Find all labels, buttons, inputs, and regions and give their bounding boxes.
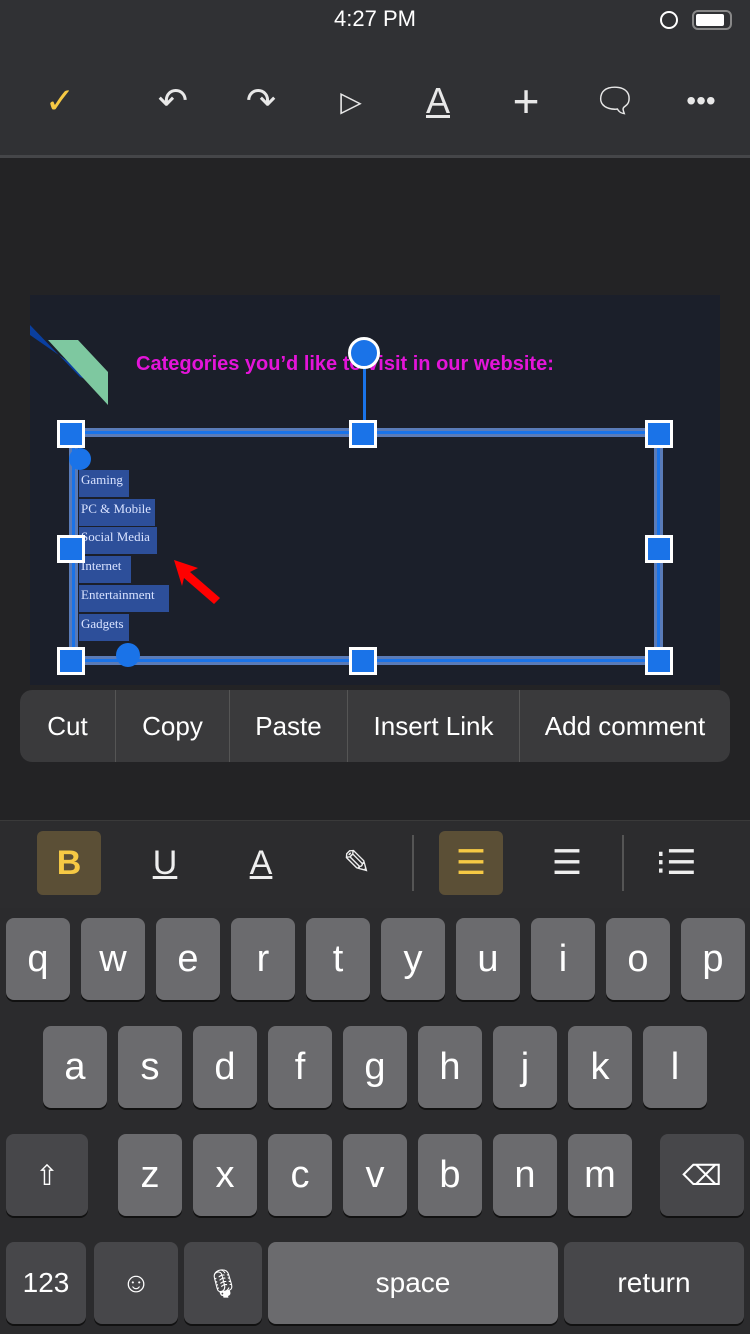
rotate-handle[interactable] [348,337,380,369]
key-q[interactable]: q [6,918,70,1000]
play-icon[interactable]: ▷ [326,76,376,126]
resize-handle[interactable] [645,535,673,563]
key-w[interactable]: w [81,918,145,1000]
list-item[interactable]: Social Media [79,527,157,555]
divider [412,835,414,891]
key-n[interactable]: n [493,1134,557,1216]
battery-icon [692,10,732,30]
context-menu: Cut Copy Paste Insert Link Add comment [20,690,730,762]
red-arrow-annotation [174,560,220,604]
bullet-list-icon[interactable]: ⁝☰ [644,831,708,895]
key-h[interactable]: h [418,1026,482,1108]
key-z[interactable]: z [118,1134,182,1216]
selection-box [69,428,663,665]
status-time: 4:27 PM [334,6,416,31]
shift-key-icon[interactable]: ⇧ [6,1134,88,1216]
text-format-icon[interactable]: A [413,76,463,126]
text-cursor-start[interactable] [69,448,91,470]
paste-menu-item[interactable]: Paste [230,690,348,762]
resize-handle[interactable] [57,420,85,448]
bold-button[interactable]: B [37,831,101,895]
format-bar: B U A ✎ ☰ ☰ ⁝☰ [0,820,750,908]
key-j[interactable]: j [493,1026,557,1108]
key-i[interactable]: i [531,918,595,1000]
list-item[interactable]: Internet [79,556,131,584]
add-icon[interactable]: + [501,75,551,127]
key-y[interactable]: y [381,918,445,1000]
key-p[interactable]: p [681,918,745,1000]
key-x[interactable]: x [193,1134,257,1216]
redo-icon[interactable]: ↷ [236,76,286,126]
key-a[interactable]: a [43,1026,107,1108]
resize-handle[interactable] [57,647,85,675]
list-item[interactable]: Gadgets [79,613,129,641]
resize-handle[interactable] [349,647,377,675]
key-c[interactable]: c [268,1134,332,1216]
key-d[interactable]: d [193,1026,257,1108]
key-u[interactable]: u [456,918,520,1000]
key-v[interactable]: v [343,1134,407,1216]
more-icon[interactable]: ••• [676,76,726,126]
rotation-lock-icon [660,11,678,29]
resize-handle[interactable] [645,420,673,448]
key-g[interactable]: g [343,1026,407,1108]
text-color-button[interactable]: A [229,831,293,895]
resize-handle[interactable] [57,535,85,563]
delete-key-icon[interactable]: ⌫ [660,1134,744,1216]
comment-icon[interactable]: 🗨 [590,76,640,126]
align-center-icon[interactable]: ☰ [535,831,599,895]
key-f[interactable]: f [268,1026,332,1108]
key-e[interactable]: e [156,918,220,1000]
highlight-icon[interactable]: ✎ [325,831,389,895]
underline-button[interactable]: U [133,831,197,895]
key-l[interactable]: l [643,1026,707,1108]
key-t[interactable]: t [306,918,370,1000]
microphone-key-icon[interactable]: 🎙 [184,1242,262,1324]
key-k[interactable]: k [568,1026,632,1108]
divider [622,835,624,891]
emoji-key-icon[interactable]: ☺ [94,1242,178,1324]
resize-handle[interactable] [349,420,377,448]
space-key[interactable]: space [268,1242,558,1324]
insert-link-menu-item[interactable]: Insert Link [348,690,520,762]
resize-handle[interactable] [645,647,673,675]
return-key[interactable]: return [564,1242,744,1324]
numbers-key[interactable]: 123 [6,1242,86,1324]
check-icon[interactable]: ✓ [35,76,85,126]
key-o[interactable]: o [606,918,670,1000]
list-item[interactable]: PC & Mobile [79,498,155,526]
key-r[interactable]: r [231,918,295,1000]
undo-icon[interactable]: ↶ [148,76,198,126]
decor-shape [30,325,108,405]
key-b[interactable]: b [418,1134,482,1216]
keyboard: q w e r t y u i o p a s d f g h j k l z x c v b n m ⇧ ⌫ 123 ☺ 🎙 space re… [0,908,750,1334]
copy-menu-item[interactable]: Copy [116,690,230,762]
add-comment-menu-item[interactable]: Add comment [520,690,730,762]
key-m[interactable]: m [568,1134,632,1216]
top-toolbar: 4:27 PM ✓ ↶ ↷ ▷ A + 🗨 ••• [0,0,750,158]
list-item[interactable]: Gaming [79,470,129,497]
text-cursor-end[interactable] [116,643,140,667]
slide-title[interactable]: Categories you’d like to visit in our we… [136,353,554,376]
key-s[interactable]: s [118,1026,182,1108]
list-item[interactable]: Entertainment [79,584,169,612]
cut-menu-item[interactable]: Cut [20,690,116,762]
align-left-icon[interactable]: ☰ [439,831,503,895]
